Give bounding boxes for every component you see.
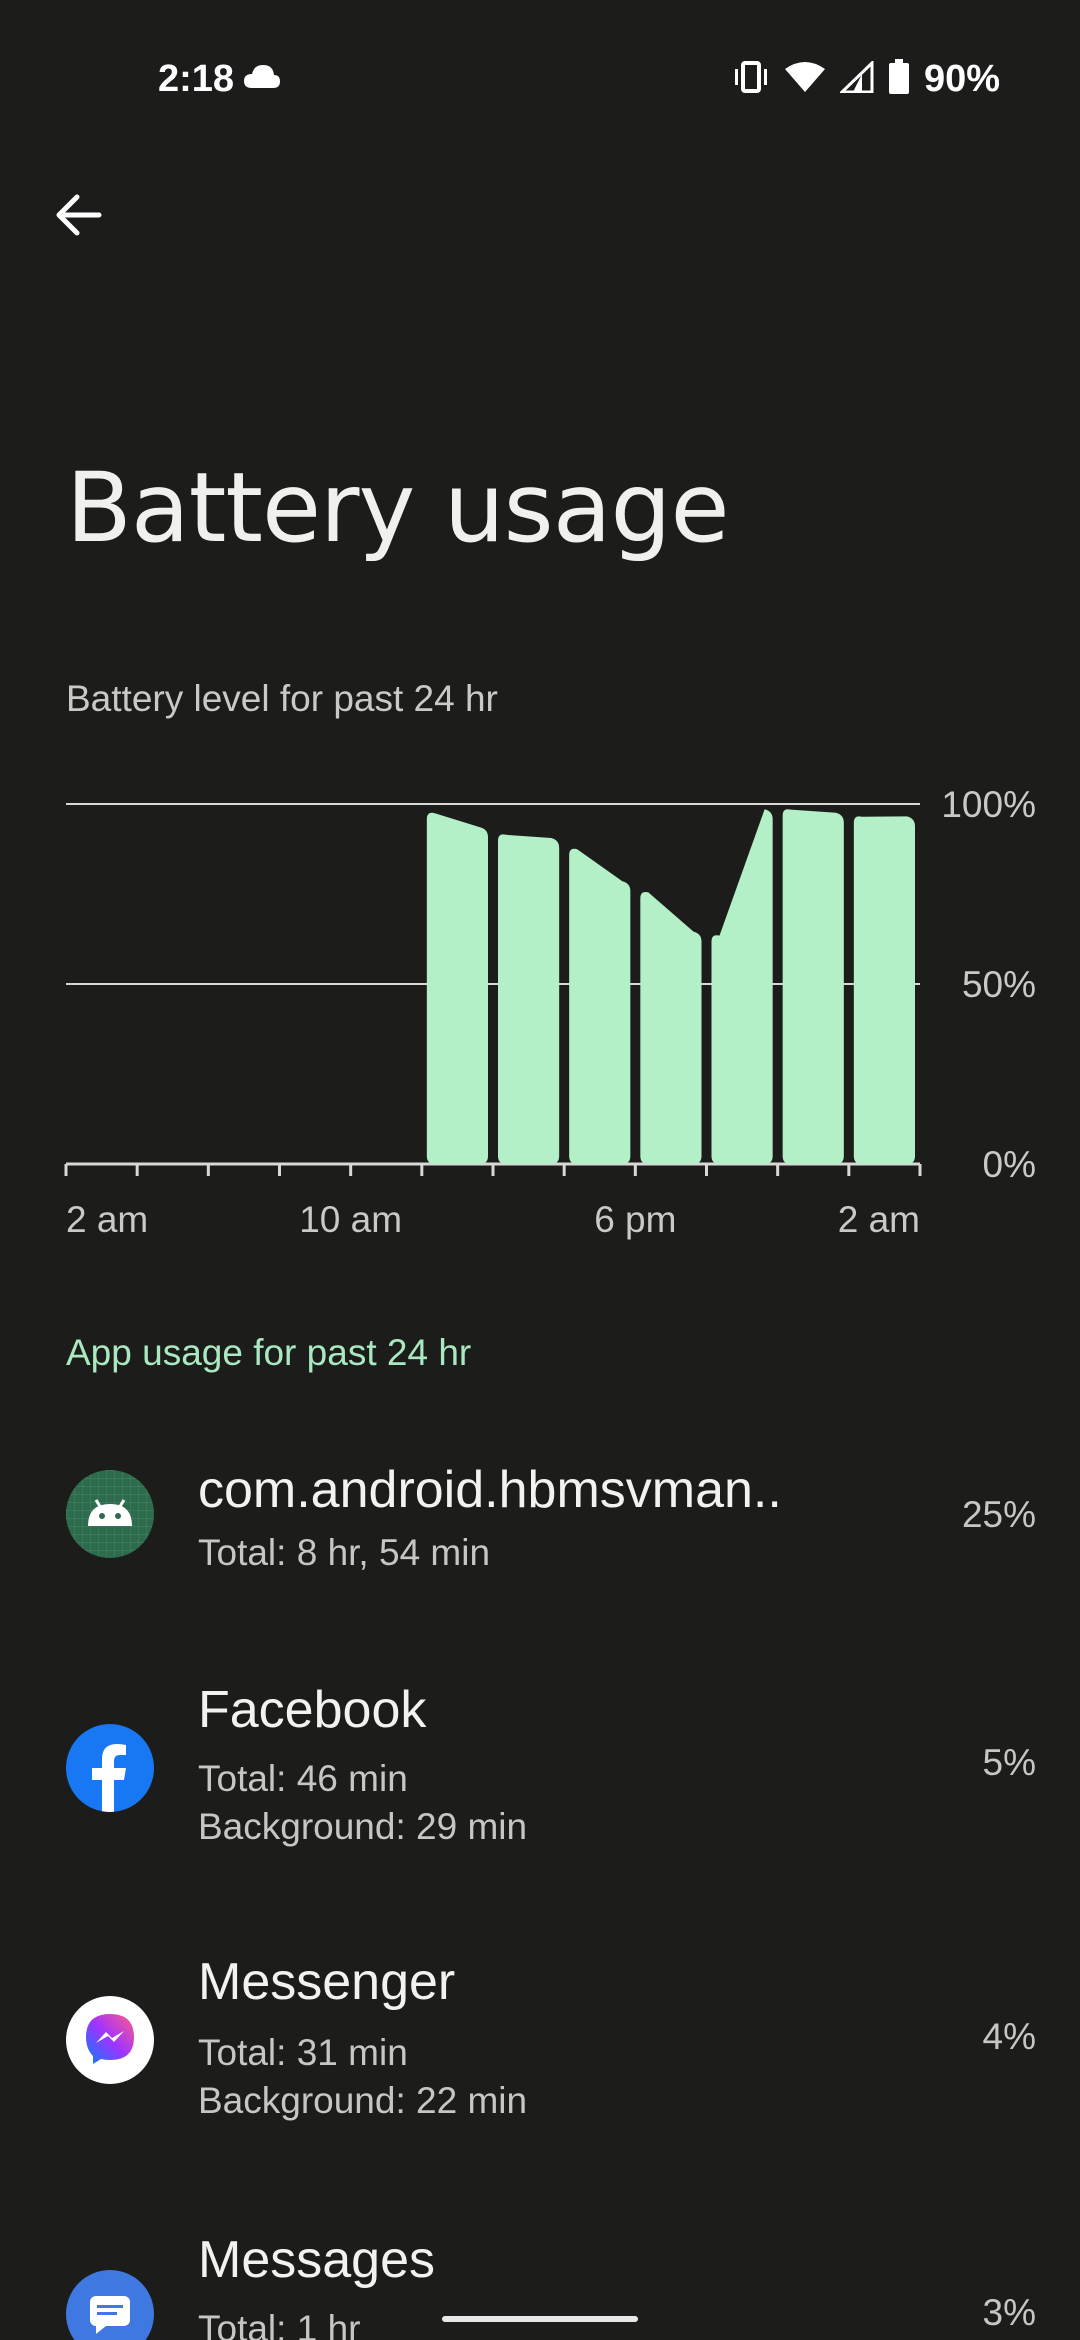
app-name: Messages bbox=[198, 2231, 435, 2289]
app-percent: 3% bbox=[982, 2292, 1036, 2333]
app-usage-label: App usage for past 24 hr bbox=[66, 1332, 472, 1373]
gesture-nav-handle[interactable] bbox=[442, 2316, 638, 2322]
battery-icon bbox=[888, 59, 910, 100]
app-total: Total: 31 min bbox=[198, 2032, 408, 2073]
messages-icon bbox=[66, 2270, 154, 2340]
app-row-facebook[interactable]: Facebook Total: 46 min Background: 29 mi… bbox=[0, 1660, 1080, 1880]
app-background: Background: 22 min bbox=[198, 2080, 528, 2121]
app-total: Total: 46 min bbox=[198, 1758, 408, 1799]
y-tick-label: 100% bbox=[941, 784, 1036, 825]
app-name: com.android.hbmsvman.. bbox=[198, 1461, 782, 1519]
vibrate-icon bbox=[732, 60, 770, 99]
messenger-icon bbox=[66, 1996, 154, 2084]
facebook-icon bbox=[66, 1724, 154, 1812]
app-percent: 25% bbox=[961, 1494, 1036, 1535]
arrow-back-icon bbox=[56, 194, 102, 236]
battery-bar bbox=[569, 848, 631, 1164]
android-icon bbox=[66, 1470, 154, 1558]
x-tick-label: 6 pm bbox=[594, 1199, 676, 1240]
battery-bar bbox=[426, 812, 488, 1164]
x-tick-label: 10 am bbox=[299, 1199, 402, 1240]
app-total: Total: 8 hr, 54 min bbox=[198, 1532, 491, 1573]
page-title: Battery usage bbox=[66, 452, 730, 564]
signal-icon bbox=[838, 59, 874, 98]
y-tick-label: 50% bbox=[962, 964, 1036, 1005]
app-total: Total: 1 hr bbox=[198, 2308, 361, 2340]
app-name: Messenger bbox=[198, 1953, 456, 2011]
app-percent: 4% bbox=[982, 2016, 1036, 2057]
app-background: Background: 29 min bbox=[198, 1806, 528, 1847]
status-time: 2:18 bbox=[158, 58, 235, 100]
app-percent: 5% bbox=[982, 1742, 1036, 1783]
status-icons: 90% bbox=[732, 58, 1000, 101]
battery-percent: 90% bbox=[923, 58, 1000, 100]
battery-bar bbox=[498, 834, 560, 1164]
chart-title: Battery level for past 24 hr bbox=[66, 678, 498, 719]
app-name: Facebook bbox=[198, 1681, 427, 1739]
wifi-icon bbox=[784, 61, 826, 98]
cloud-icon bbox=[242, 62, 282, 95]
battery-bar bbox=[711, 809, 773, 1164]
back-button[interactable] bbox=[44, 180, 114, 250]
x-tick-label: 2 am bbox=[66, 1199, 148, 1240]
battery-chart: 100% 50% 0% 2 am 10 am 6 pm 2 am bbox=[64, 784, 1036, 1240]
x-tick-label: 2 am bbox=[838, 1199, 920, 1240]
battery-bar bbox=[853, 816, 915, 1164]
battery-bar bbox=[782, 809, 844, 1164]
app-row-messenger[interactable]: Messenger Total: 31 min Background: 22 m… bbox=[0, 1934, 1080, 2154]
app-row-android[interactable]: com.android.hbmsvman.. Total: 8 hr, 54 m… bbox=[0, 1440, 1080, 1600]
battery-bar bbox=[640, 892, 702, 1164]
y-tick-label: 0% bbox=[983, 1144, 1036, 1185]
